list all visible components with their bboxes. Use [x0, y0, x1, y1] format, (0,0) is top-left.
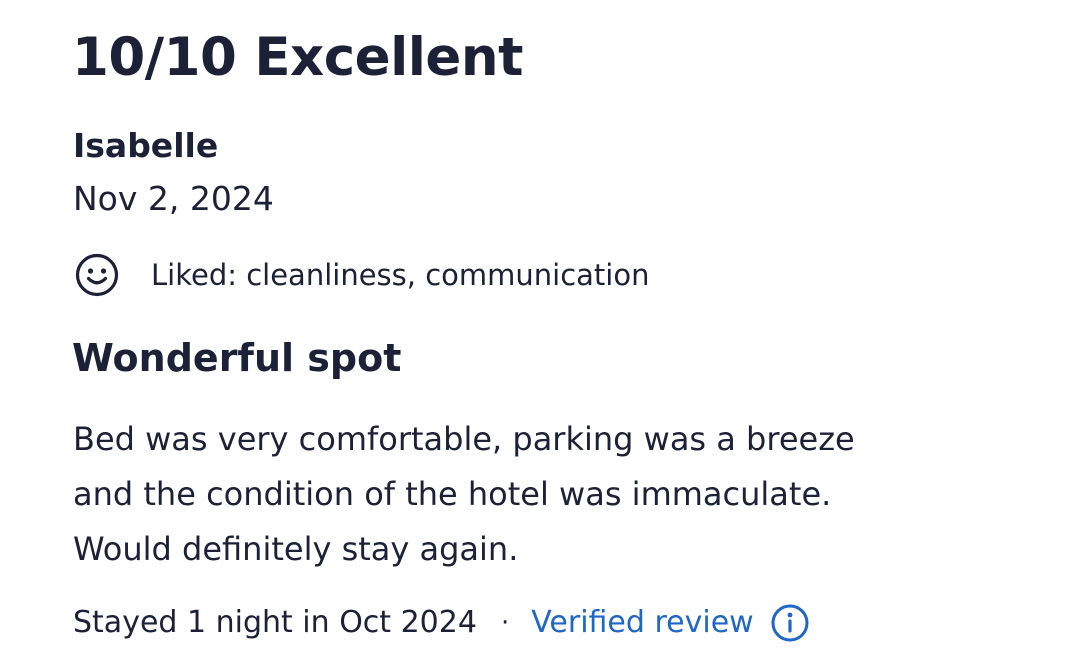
info-button[interactable]	[770, 603, 810, 643]
review-body-line: Would definitely stay again.	[73, 530, 519, 568]
stay-duration: Stayed 1 night in Oct 2024	[73, 605, 477, 640]
review-body-line: and the condition of the hotel was immac…	[73, 475, 832, 513]
info-icon	[771, 604, 809, 642]
dot-separator: ·	[500, 608, 510, 638]
review-card: 10/10 Excellent Isabelle Nov 2, 2024 Lik…	[0, 0, 1080, 667]
review-body: Bed was very comfortable, parking was a …	[73, 412, 1053, 577]
liked-row: Liked: cleanliness, communication	[74, 252, 649, 298]
verified-review-link[interactable]: Verified review	[531, 601, 753, 645]
reviewer-name: Isabelle	[73, 126, 219, 165]
stay-row: Stayed 1 night in Oct 2024 · Verified re…	[73, 600, 810, 646]
review-title: Wonderful spot	[72, 336, 402, 380]
review-body-line: Bed was very comfortable, parking was a …	[73, 420, 855, 458]
smile-icon	[74, 252, 120, 298]
liked-text: Liked: cleanliness, communication	[151, 258, 650, 292]
rating-heading: 10/10 Excellent	[72, 27, 523, 88]
review-date: Nov 2, 2024	[73, 179, 274, 218]
